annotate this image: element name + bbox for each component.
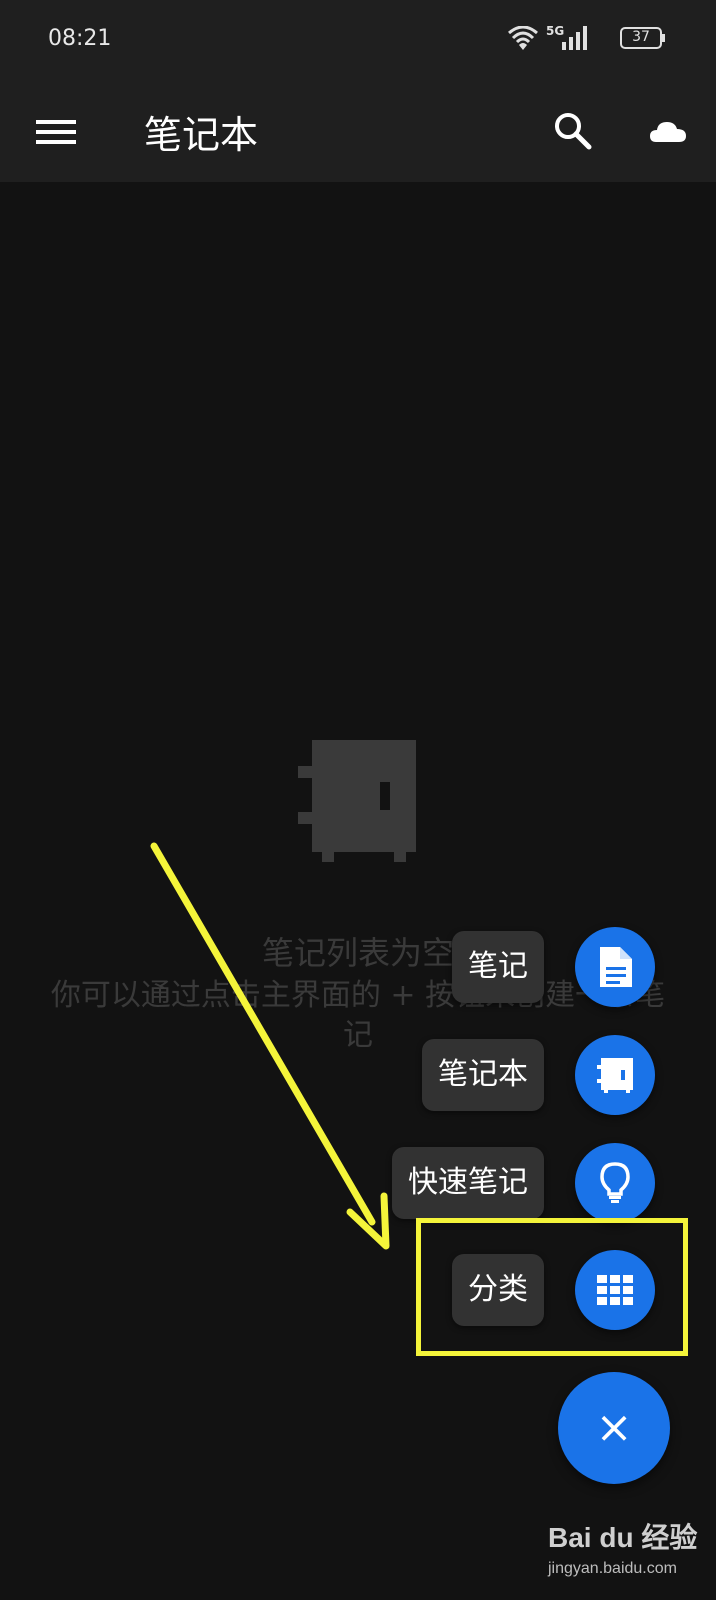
page-title: 笔记本 (144, 113, 259, 157)
fab-label-note[interactable]: 笔记 (452, 931, 544, 1003)
battery-level: 37 (632, 29, 650, 45)
fab-button-note[interactable] (575, 927, 655, 1007)
fab-item-quick-note[interactable]: 快速笔记 (0, 1143, 716, 1223)
app-bar: 笔记本 (0, 82, 716, 182)
close-icon: × (595, 1402, 633, 1453)
fab-item-notebook[interactable]: 笔记本 (0, 1035, 716, 1115)
fab-item-note[interactable]: 笔记 (0, 927, 716, 1007)
fab-button-quick-note[interactable] (575, 1143, 655, 1223)
status-time: 08:21 (48, 26, 112, 51)
document-icon (600, 947, 632, 987)
watermark-url: jingyan.baidu.com (548, 1560, 677, 1577)
search-icon[interactable] (552, 110, 594, 152)
lightbulb-icon (600, 1162, 630, 1203)
status-bar: 08:21 5G 37 (0, 0, 716, 82)
notebook-icon (597, 1058, 633, 1093)
cloud-icon[interactable] (648, 112, 688, 152)
menu-icon[interactable] (36, 112, 76, 152)
notebook-icon (298, 740, 416, 862)
watermark: Bai du 经验 jingyan.baidu.com (548, 1516, 698, 1586)
fab-button-notebook[interactable] (575, 1035, 655, 1115)
fab-label-quick-note[interactable]: 快速笔记 (392, 1147, 544, 1219)
watermark-logo: Bai du 经验 (548, 1522, 698, 1553)
highlight-box (416, 1218, 688, 1356)
signal-icon: 5G (546, 24, 590, 54)
battery-icon: 37 (620, 26, 666, 50)
fab-close-button[interactable]: × (558, 1372, 670, 1484)
fab-label-notebook[interactable]: 笔记本 (422, 1039, 544, 1111)
wifi-icon (508, 26, 538, 50)
